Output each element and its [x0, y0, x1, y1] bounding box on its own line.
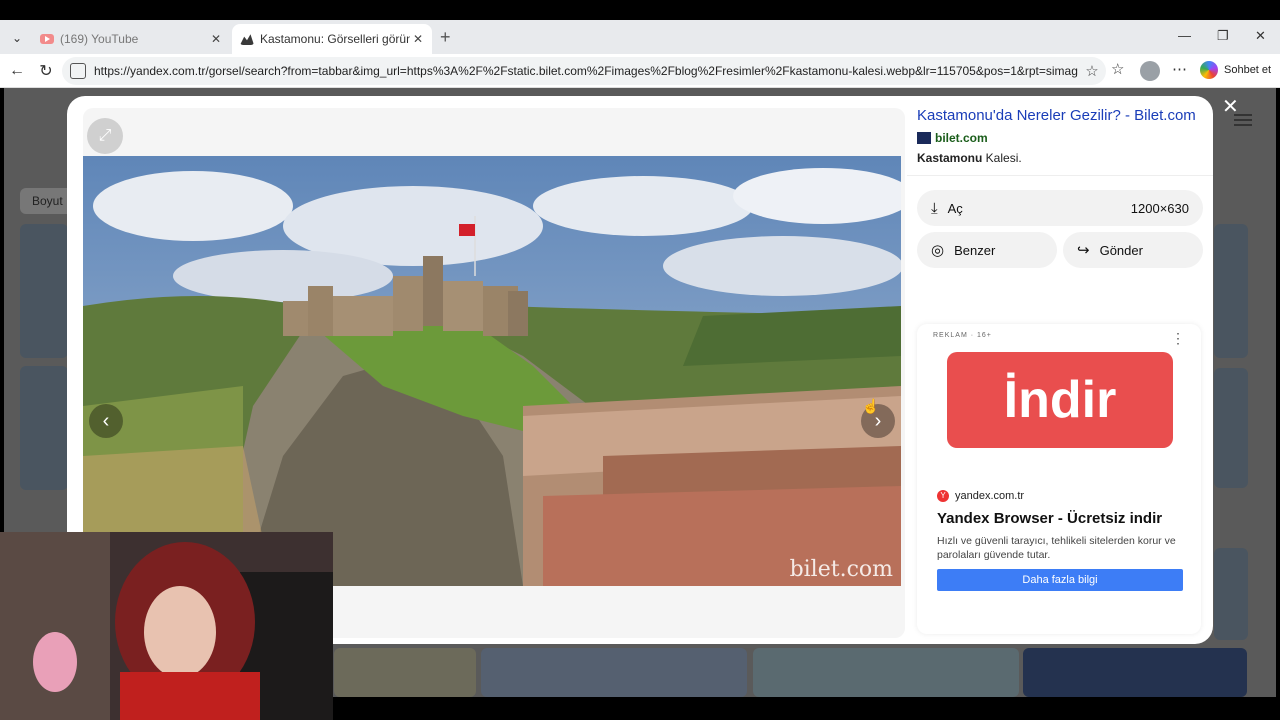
ad-domain: Y yandex.com.tr: [937, 490, 1024, 502]
maximize-icon[interactable]: ❐: [1217, 28, 1229, 44]
copilot-icon: [1200, 61, 1218, 79]
thumbnail[interactable]: [20, 224, 68, 358]
watermark: bilet.com: [789, 557, 893, 582]
open-label: Aç: [947, 200, 963, 216]
back-icon[interactable]: ←: [5, 59, 29, 83]
share-label: Gönder: [1099, 242, 1143, 258]
source-name: bilet.com: [935, 131, 988, 145]
yandex-logo-icon: Y: [937, 490, 949, 502]
thumbnail[interactable]: [334, 648, 476, 697]
similar-label: Benzer: [954, 242, 996, 258]
tab-search-button[interactable]: ⌄: [4, 26, 30, 50]
share-icon: ↪: [1077, 242, 1090, 259]
chat-label: Sohbet et: [1224, 64, 1272, 76]
close-viewer-icon[interactable]: ✕: [1222, 94, 1239, 119]
ad-domain-text: yandex.com.tr: [955, 490, 1025, 502]
reload-icon[interactable]: ↻: [34, 59, 58, 83]
ad-headline[interactable]: Yandex Browser - Ücretsiz indir: [937, 510, 1162, 527]
image-info-panel: Kastamonu'da Nereler Gezilir? - Bilet.co…: [907, 106, 1213, 268]
action-row: ◎ Benzer ↪ Gönder: [917, 232, 1203, 268]
divider: [907, 175, 1213, 176]
thumbnail[interactable]: [1214, 548, 1248, 640]
site-info-icon[interactable]: [70, 63, 86, 79]
open-button[interactable]: ⤓ Aç 1200×630: [917, 190, 1203, 226]
image-description: Kastamonu Kalesi.: [917, 151, 1203, 165]
url-text: https://yandex.com.tr/gorsel/search?from…: [94, 64, 1078, 78]
thumbnail[interactable]: [1214, 368, 1248, 488]
tab-title: Kastamonu: Görselleri görüntüleyin: [260, 32, 410, 46]
image-title-link[interactable]: Kastamonu'da Nereler Gezilir? - Bilet.co…: [917, 106, 1203, 125]
share-button[interactable]: ↪ Gönder: [1063, 232, 1203, 268]
thumbnail[interactable]: [20, 366, 68, 490]
main-image[interactable]: ‹ › bilet.com: [83, 156, 901, 586]
download-icon: ⤓: [931, 199, 938, 217]
thumbnail-strip: [334, 648, 1274, 697]
favorites-icon[interactable]: ☆: [1111, 60, 1124, 78]
new-tab-icon[interactable]: +: [440, 27, 451, 48]
camera-search-icon: ◎: [931, 242, 945, 259]
site-favicon: [917, 132, 931, 144]
close-tab-icon[interactable]: ✕: [208, 32, 224, 46]
address-bar[interactable]: https://yandex.com.tr/gorsel/search?from…: [62, 57, 1106, 85]
thumbnail[interactable]: [1023, 648, 1247, 697]
top-black-bar: [0, 0, 1280, 20]
description-keyword: Kastamonu: [917, 151, 983, 165]
minimize-icon[interactable]: —: [1178, 28, 1191, 43]
close-tab-icon[interactable]: ✕: [410, 32, 426, 46]
ad-menu-icon[interactable]: ⋮: [1171, 330, 1185, 347]
image-dimensions: 1200×630: [1130, 200, 1189, 216]
ad-body: Hızlı ve güvenli tarayıcı, tehlikeli sit…: [937, 535, 1176, 561]
fullscreen-icon[interactable]: ⤢: [87, 118, 123, 154]
image-search-icon: [240, 34, 254, 45]
similar-button[interactable]: ◎ Benzer: [917, 232, 1057, 268]
navigation-bar: ← ↻ https://yandex.com.tr/gorsel/search?…: [0, 54, 1280, 88]
source-link[interactable]: bilet.com: [917, 131, 1203, 145]
thumbnail[interactable]: [1214, 224, 1248, 358]
tab-title: (169) YouTube: [60, 32, 139, 46]
chat-button[interactable]: Sohbet et: [1200, 61, 1271, 79]
learn-more-button[interactable]: Daha fazla bilgi: [937, 569, 1183, 591]
tab-kastamonu[interactable]: Kastamonu: Görselleri görüntüleyin ✕: [232, 24, 432, 54]
ad-banner[interactable]: İndir: [947, 352, 1173, 448]
youtube-icon: [40, 34, 54, 44]
ad-label: REKLAM · 16+: [933, 332, 992, 339]
thumbnail[interactable]: [753, 648, 1019, 697]
mouse-cursor-icon: ☝: [862, 398, 880, 414]
description-rest: Kalesi.: [982, 151, 1022, 165]
profile-avatar[interactable]: [1140, 61, 1160, 81]
more-menu-icon[interactable]: ⋯: [1172, 60, 1187, 78]
bookmark-star-icon[interactable]: ☆: [1078, 62, 1106, 80]
advertisement[interactable]: REKLAM · 16+ ⋮ İndir Y yandex.com.tr Yan…: [917, 324, 1201, 634]
tab-strip: ⌄ (169) YouTube ✕ Kastamonu: Görselleri …: [0, 20, 1280, 54]
webcam-overlay: [0, 532, 333, 720]
thumbnail[interactable]: [481, 648, 747, 697]
previous-image-button[interactable]: ‹: [89, 404, 123, 438]
close-window-icon[interactable]: ✕: [1255, 28, 1266, 44]
tab-youtube[interactable]: (169) YouTube ✕: [32, 24, 230, 54]
